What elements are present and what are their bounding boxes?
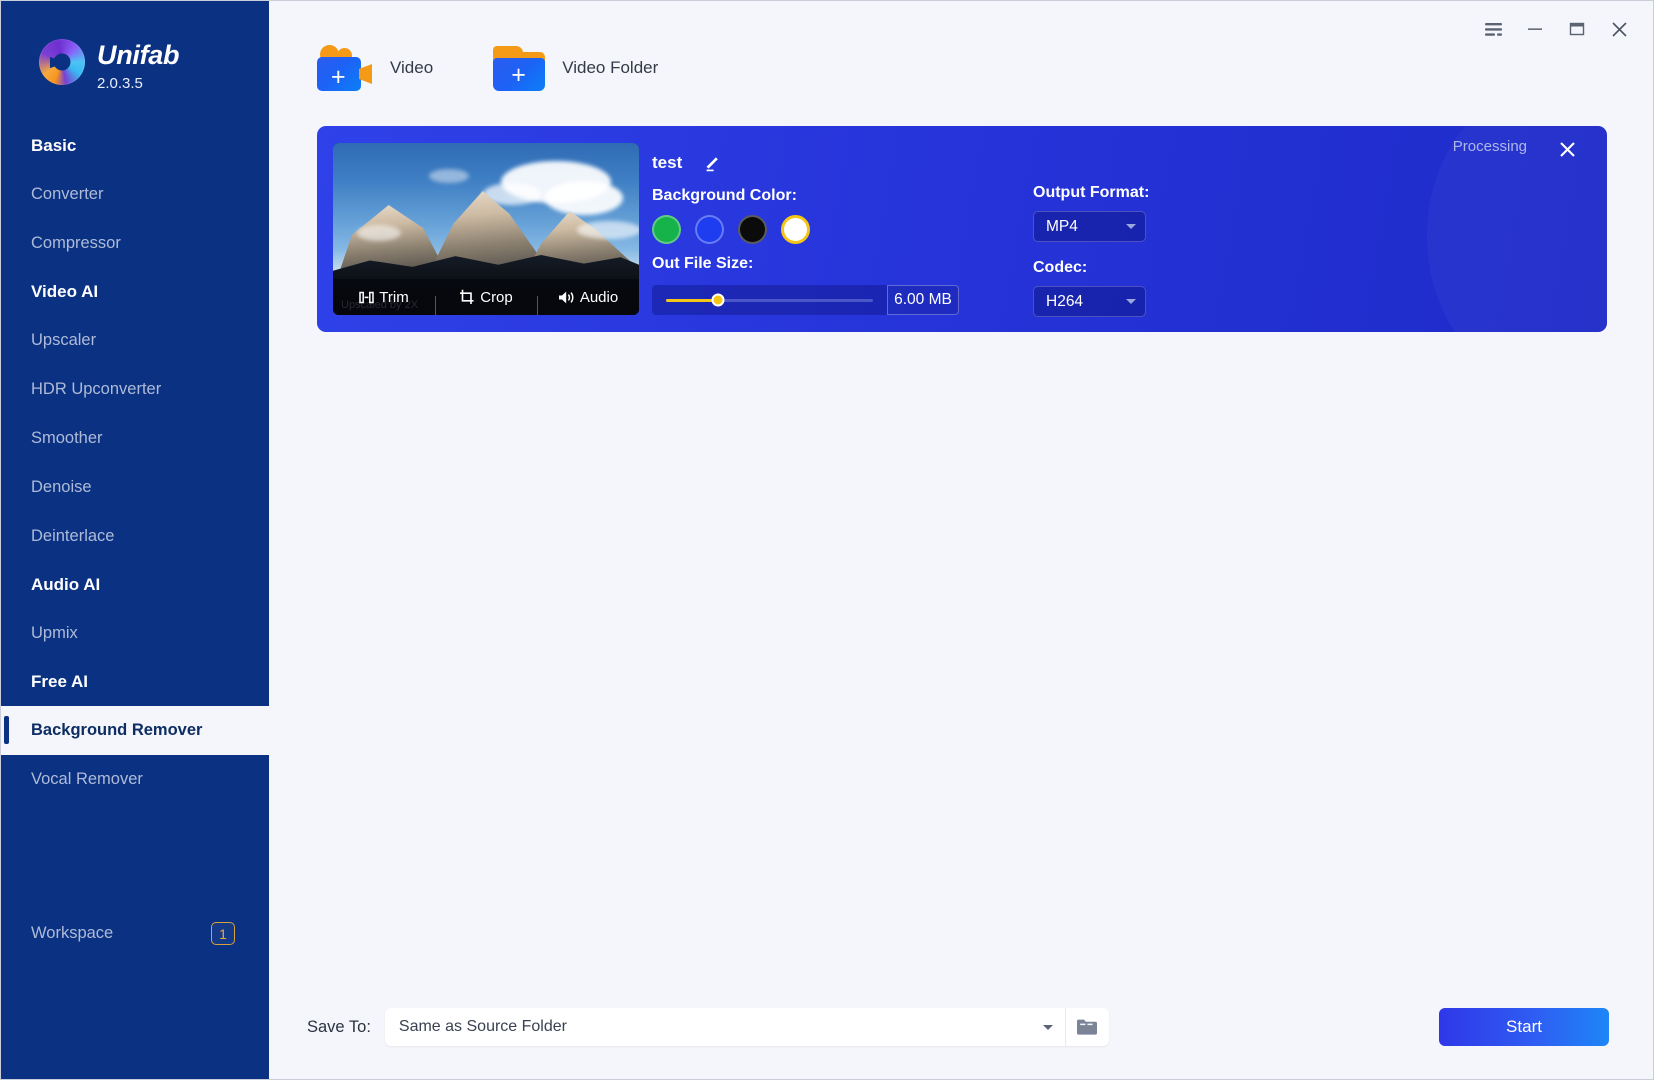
sidebar-nav: Basic Converter Compressor Video AI Upsc… <box>1 122 269 804</box>
job-settings-primary: test Background Color: Out File Size: 6.… <box>652 150 1032 315</box>
add-video-folder-icon: + <box>493 45 546 91</box>
codec-select[interactable]: H264 <box>1033 286 1146 317</box>
sidebar-item-deinterlace[interactable]: Deinterlace <box>1 512 269 561</box>
background-color-swatches <box>652 215 1032 244</box>
job-settings-output: Output Format: MP4 Codec: H264 <box>1033 182 1233 317</box>
crop-icon <box>460 289 474 304</box>
sidebar-item-vocal-remover[interactable]: Vocal Remover <box>1 755 269 804</box>
unifab-swirl-logo-icon <box>39 39 85 85</box>
chevron-down-icon <box>1126 299 1136 304</box>
chevron-down-icon <box>1126 224 1136 229</box>
output-format-label: Output Format: <box>1033 184 1150 201</box>
unifab-window: Unifab 2.0.3.5 Basic Converter Compresso… <box>0 0 1654 1080</box>
output-format-value: MP4 <box>1046 217 1078 235</box>
save-to-value: Same as Source Folder <box>398 1018 567 1035</box>
cloud <box>357 225 401 241</box>
sidebar-item-upmix[interactable]: Upmix <box>1 609 269 658</box>
app-version: 2.0.3.5 <box>97 75 143 92</box>
add-source-toolbar: + Video + Video Folder <box>317 45 658 91</box>
add-video-button[interactable]: + Video <box>317 45 433 91</box>
browse-folder-button[interactable] <box>1064 1008 1109 1046</box>
video-thumbnail[interactable]: Upscaled by 2X Trim <box>333 143 639 315</box>
codec-label: Codec: <box>1033 259 1088 276</box>
sidebar-item-workspace[interactable]: Workspace 1 <box>1 922 269 945</box>
trim-icon <box>359 291 375 303</box>
sidebar-item-denoise[interactable]: Denoise <box>1 463 269 512</box>
sidebar-group-free-ai: Free AI <box>31 672 89 691</box>
sidebar-item-compressor[interactable]: Compressor <box>1 219 269 268</box>
cloud <box>429 169 469 183</box>
out-file-size-slider[interactable] <box>652 285 887 315</box>
crop-label: Crop <box>480 288 513 306</box>
add-video-icon: + <box>317 45 373 91</box>
sidebar-group-basic: Basic <box>31 136 77 155</box>
audio-label: Audio <box>579 288 619 306</box>
maximize-icon[interactable] <box>1557 11 1597 47</box>
add-video-folder-button[interactable]: + Video Folder <box>493 45 658 91</box>
swatch-blue[interactable] <box>695 215 724 244</box>
add-video-label: Video <box>390 58 434 77</box>
main-content: + Video + Video Folder Processing Trim C… <box>269 1 1653 1079</box>
sidebar: Unifab 2.0.3.5 Basic Converter Compresso… <box>1 1 269 1079</box>
start-button[interactable]: Start <box>1439 1008 1609 1046</box>
folder-icon <box>1077 1019 1098 1035</box>
slider-track <box>666 293 873 307</box>
slider-fill <box>666 298 718 302</box>
chevron-down-icon <box>1042 1024 1053 1030</box>
job-file-title: test <box>652 153 683 172</box>
out-file-size-control: 6.00 MB <box>652 285 959 315</box>
sidebar-item-hdr-upconverter[interactable]: HDR Upconverter <box>1 365 269 414</box>
pencil-edit-icon[interactable] <box>704 154 722 172</box>
job-status-text: Processing <box>1452 138 1527 155</box>
workspace-count-badge: 1 <box>211 922 235 945</box>
cloud <box>545 181 623 215</box>
minimize-icon[interactable] <box>1515 11 1555 47</box>
bottom-bar: Save To: Same as Source Folder Start <box>269 975 1653 1079</box>
sidebar-item-converter[interactable]: Converter <box>1 170 269 219</box>
slider-thumb[interactable] <box>711 293 725 307</box>
crop-button[interactable]: Crop <box>435 288 537 315</box>
close-icon[interactable] <box>1599 11 1639 47</box>
trim-label: Trim <box>379 288 409 306</box>
audio-icon <box>558 291 574 303</box>
swatch-green[interactable] <box>652 215 681 244</box>
swatch-black[interactable] <box>738 215 767 244</box>
brand-name: Unifab <box>97 40 180 70</box>
brand-block: Unifab 2.0.3.5 <box>1 1 269 92</box>
output-format-select[interactable]: MP4 <box>1033 211 1146 242</box>
sidebar-group-video-ai: Video AI <box>31 282 99 301</box>
sidebar-group-audio-ai: Audio AI <box>31 575 101 594</box>
background-color-label: Background Color: <box>652 187 797 204</box>
codec-value: H264 <box>1046 292 1084 310</box>
job-card: Processing Upscaled by 2X <box>317 126 1607 332</box>
cloud <box>577 221 639 239</box>
save-to-select[interactable]: Same as Source Folder <box>385 1008 1065 1046</box>
save-to-label: Save To: <box>307 1017 371 1036</box>
window-controls <box>1473 1 1653 57</box>
trim-button[interactable]: Trim <box>333 289 435 306</box>
swatch-white[interactable] <box>781 215 810 244</box>
audio-button[interactable]: Audio <box>537 288 639 315</box>
thumbnail-toolbar: Trim Crop Audio <box>333 279 639 315</box>
remove-job-close-icon[interactable] <box>1554 136 1580 162</box>
out-file-size-value[interactable]: 6.00 MB <box>887 285 959 315</box>
save-to-control: Same as Source Folder <box>384 1008 1109 1046</box>
sidebar-item-upscaler[interactable]: Upscaler <box>1 316 269 365</box>
out-file-size-label: Out File Size: <box>652 255 754 272</box>
sidebar-item-smoother[interactable]: Smoother <box>1 414 269 463</box>
workspace-label: Workspace <box>31 924 114 942</box>
sidebar-item-background-remover[interactable]: Background Remover <box>1 706 269 755</box>
add-video-folder-label: Video Folder <box>562 58 659 77</box>
hamburger-menu-icon[interactable] <box>1473 11 1513 47</box>
